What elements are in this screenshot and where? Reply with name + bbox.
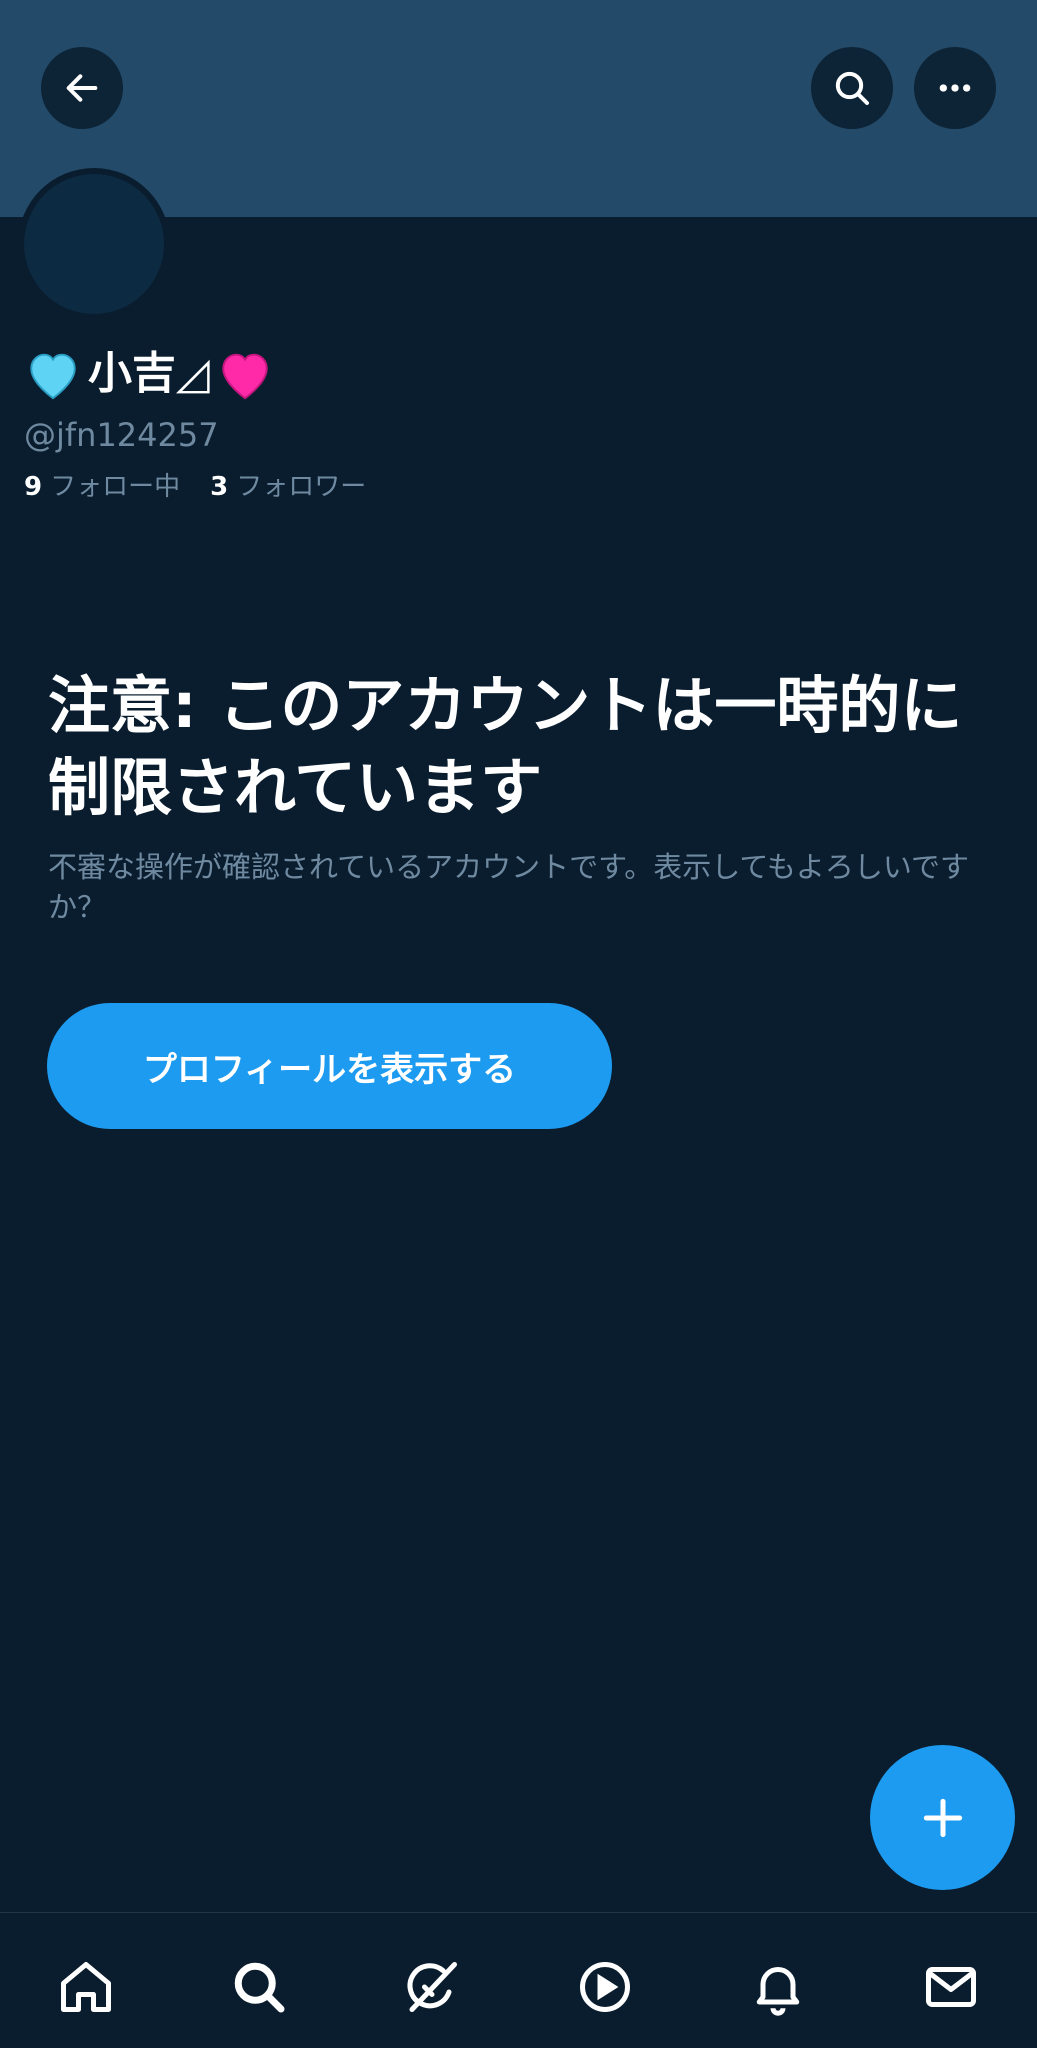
followers-label: フォロワー bbox=[236, 472, 367, 502]
view-profile-button[interactable]: プロフィールを表示する bbox=[47, 1003, 612, 1129]
play-icon bbox=[579, 1962, 630, 2012]
search-button[interactable] bbox=[811, 47, 893, 129]
compose-button[interactable] bbox=[870, 1745, 1015, 1890]
light-blue-heart-icon bbox=[30, 353, 76, 400]
tab-grok[interactable] bbox=[396, 1951, 468, 2023]
tab-search[interactable] bbox=[223, 1951, 295, 2023]
tab-video[interactable] bbox=[569, 1951, 641, 2023]
display-name: 小吉◿ bbox=[24, 343, 274, 405]
restriction-warning-description: 不審な操作が確認されているアカウントです。表示してもよろしいですか？ bbox=[48, 850, 970, 924]
pink-heart-icon bbox=[222, 353, 268, 400]
avatar[interactable] bbox=[18, 168, 170, 320]
user-handle: @jfn124257 bbox=[24, 416, 219, 454]
follow-stats: 9 フォロー中 3 フォロワー bbox=[24, 467, 366, 507]
avatar-image bbox=[24, 174, 164, 314]
display-name-text: 小吉◿ bbox=[88, 348, 210, 399]
search-icon bbox=[835, 71, 869, 105]
following-link[interactable]: 9 フォロー中 bbox=[24, 467, 180, 507]
grok-icon bbox=[407, 1962, 458, 2012]
tab-notifications[interactable] bbox=[742, 1951, 814, 2023]
home-icon bbox=[61, 1962, 112, 2012]
bottom-tab-bar bbox=[0, 1912, 1037, 2048]
followers-count: 3 bbox=[210, 472, 229, 502]
back-button[interactable] bbox=[41, 47, 123, 129]
followers-link[interactable]: 3 フォロワー bbox=[210, 467, 366, 507]
tab-messages[interactable] bbox=[915, 1951, 987, 2023]
arrow-left-icon bbox=[66, 74, 98, 102]
plus-icon bbox=[923, 1798, 962, 1837]
tab-home[interactable] bbox=[50, 1951, 122, 2023]
more-button[interactable] bbox=[914, 47, 996, 129]
mail-icon bbox=[925, 1967, 976, 2007]
bell-icon bbox=[756, 1967, 799, 2016]
view-profile-button-label: プロフィールを表示する bbox=[142, 1049, 517, 1090]
following-label: フォロー中 bbox=[50, 472, 181, 502]
restriction-warning-title: 注意: このアカウントは一時的に制限されています bbox=[48, 669, 963, 824]
more-horizontal-icon bbox=[939, 84, 971, 92]
search-icon bbox=[234, 1962, 285, 2013]
following-count: 9 bbox=[24, 472, 43, 502]
